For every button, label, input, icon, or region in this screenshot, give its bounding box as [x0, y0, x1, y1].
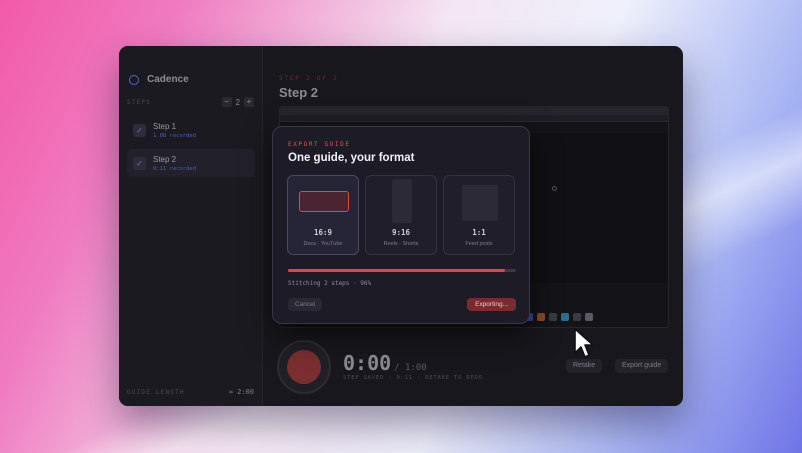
check-icon: ✓ [133, 156, 146, 170]
step-count-stepper: − 2 + [221, 97, 254, 107]
dock-app-icon [573, 313, 581, 321]
timer-value: 0:00 [343, 351, 392, 375]
steps-label: STEPS [127, 98, 152, 106]
format-ratio: 16:9 [313, 228, 333, 237]
sidebar-item-step-2[interactable]: ✓ Step 2 0:11 recorded [127, 149, 255, 177]
export-modal: EXPORT GUIDE One guide, your format 16:9… [272, 126, 530, 324]
step-meta: 0:11 recorded [153, 165, 197, 172]
preview-dot-icon [552, 186, 557, 191]
decrement-steps-button[interactable]: − [221, 97, 232, 107]
logo-ring-icon [129, 74, 139, 85]
check-icon: ✓ [133, 123, 146, 137]
format-use: Reels · Shorts [383, 241, 419, 247]
app-name: Cadence [147, 74, 189, 85]
timer-hint: STEP SAVED · 0:11 · RETAKE TO REDO [343, 375, 483, 381]
format-option-9-16[interactable]: 9:16 Reels · Shorts [365, 175, 437, 255]
increment-steps-button[interactable]: + [244, 97, 254, 107]
sidebar: Cadence STEPS − 2 + ✓ Step 1 1.08 record… [119, 46, 263, 406]
export-guide-button[interactable]: Export guide [615, 359, 669, 373]
step-title: Step 1 [153, 121, 177, 131]
modal-title: One guide, your format [288, 152, 415, 164]
guide-length-label: GUIDE LENGTH [127, 388, 185, 396]
timer: 0:00 / 1:00 [343, 351, 427, 375]
dock-app-icon [561, 313, 569, 321]
sidebar-item-step-1[interactable]: ✓ Step 1 1.08 recorded [127, 116, 255, 144]
timer-total: / 1:00 [394, 363, 427, 373]
cancel-button[interactable]: Cancel [288, 298, 323, 311]
exporting-button[interactable]: Exporting... [467, 298, 516, 311]
landscape-frame-icon [299, 191, 349, 212]
portrait-frame-icon [392, 179, 412, 223]
preview-menubar [280, 107, 668, 115]
format-ratio: 1:1 [472, 228, 486, 237]
step-meta: 1.08 recorded [153, 132, 197, 139]
modal-kicker: EXPORT GUIDE [288, 141, 351, 148]
preview-tabbar [280, 115, 668, 122]
step-count-value: 2 [235, 97, 240, 107]
export-progress-bar [288, 269, 516, 272]
dock-app-icon [549, 313, 557, 321]
preview-content [520, 133, 668, 283]
format-option-16-9[interactable]: 16:9 Docs · YouTube [287, 175, 359, 255]
dock-app-icon [585, 313, 593, 321]
export-progress-fill [288, 269, 505, 272]
format-option-1-1[interactable]: 1:1 Feed posts [443, 175, 515, 255]
record-button[interactable] [277, 340, 331, 394]
retake-button[interactable]: Retake [566, 359, 603, 373]
app-window: Cadence STEPS − 2 + ✓ Step 1 1.08 record… [119, 46, 683, 406]
square-frame-icon [462, 185, 498, 221]
guide-length-value: ≈ 2:00 [228, 388, 254, 396]
preview-dock [525, 313, 593, 321]
dock-app-icon [537, 313, 545, 321]
format-use: Feed posts [465, 241, 493, 247]
record-dot-icon [287, 350, 321, 384]
export-progress-label: Stitching 2 steps · 96% [288, 280, 372, 287]
step-title: Step 2 [153, 154, 177, 164]
format-ratio: 9:16 [391, 228, 411, 237]
brand: Cadence [129, 74, 189, 85]
step-kicker: STEP 2 OF 2 [279, 75, 339, 82]
guide-length: GUIDE LENGTH ≈ 2:00 [127, 388, 254, 396]
steps-header: STEPS − 2 + [127, 97, 254, 107]
page-title: Step 2 [279, 85, 319, 100]
mouse-pointer-icon [574, 328, 594, 358]
format-use: Docs · YouTube [303, 241, 343, 247]
